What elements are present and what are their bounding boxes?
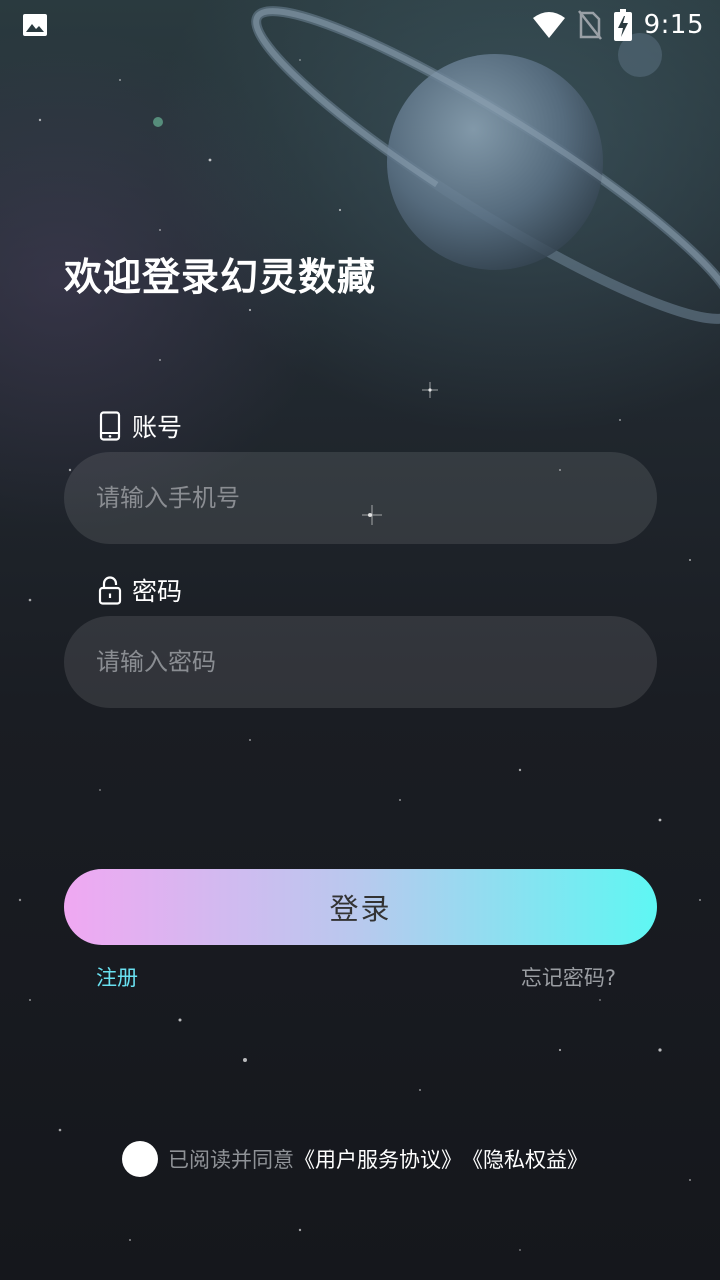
status-bar: 9:15 xyxy=(0,0,720,50)
account-label-row: 账号 xyxy=(98,408,182,444)
agreement-checkbox[interactable] xyxy=(122,1141,158,1177)
lock-icon xyxy=(98,576,122,605)
login-button[interactable]: 登录 xyxy=(64,869,657,945)
password-input[interactable] xyxy=(94,647,627,677)
planet-illustration xyxy=(251,6,720,324)
status-time: 9:15 xyxy=(643,10,704,40)
battery-charging-icon xyxy=(613,9,632,41)
phone-input-container[interactable] xyxy=(64,452,657,544)
phone-icon xyxy=(99,411,121,441)
image-notification-icon xyxy=(23,14,47,36)
agreement-prefix: 已阅读并同意 xyxy=(168,1148,294,1172)
password-label-row: 密码 xyxy=(98,572,182,608)
login-screen: 9:15 欢迎登录幻灵数藏 账号 密码 登录 注册 忘记密码? 已阅读并同意 《… xyxy=(0,0,720,1280)
phone-input[interactable] xyxy=(94,483,627,513)
account-label: 账号 xyxy=(132,413,183,442)
privacy-link[interactable]: 《隐私权益》 xyxy=(462,1144,588,1174)
forgot-password-link[interactable]: 忘记密码? xyxy=(521,962,616,992)
register-link[interactable]: 注册 xyxy=(96,962,138,992)
agreement-row: 已阅读并同意 《用户服务协议》 《隐私权益》 xyxy=(122,1140,588,1178)
password-label: 密码 xyxy=(132,577,183,606)
user-agreement-link[interactable]: 《用户服务协议》 xyxy=(294,1144,462,1174)
page-title: 欢迎登录幻灵数藏 xyxy=(64,255,377,299)
password-input-container[interactable] xyxy=(64,616,657,708)
wifi-icon xyxy=(532,12,565,38)
no-sim-icon xyxy=(577,10,602,40)
